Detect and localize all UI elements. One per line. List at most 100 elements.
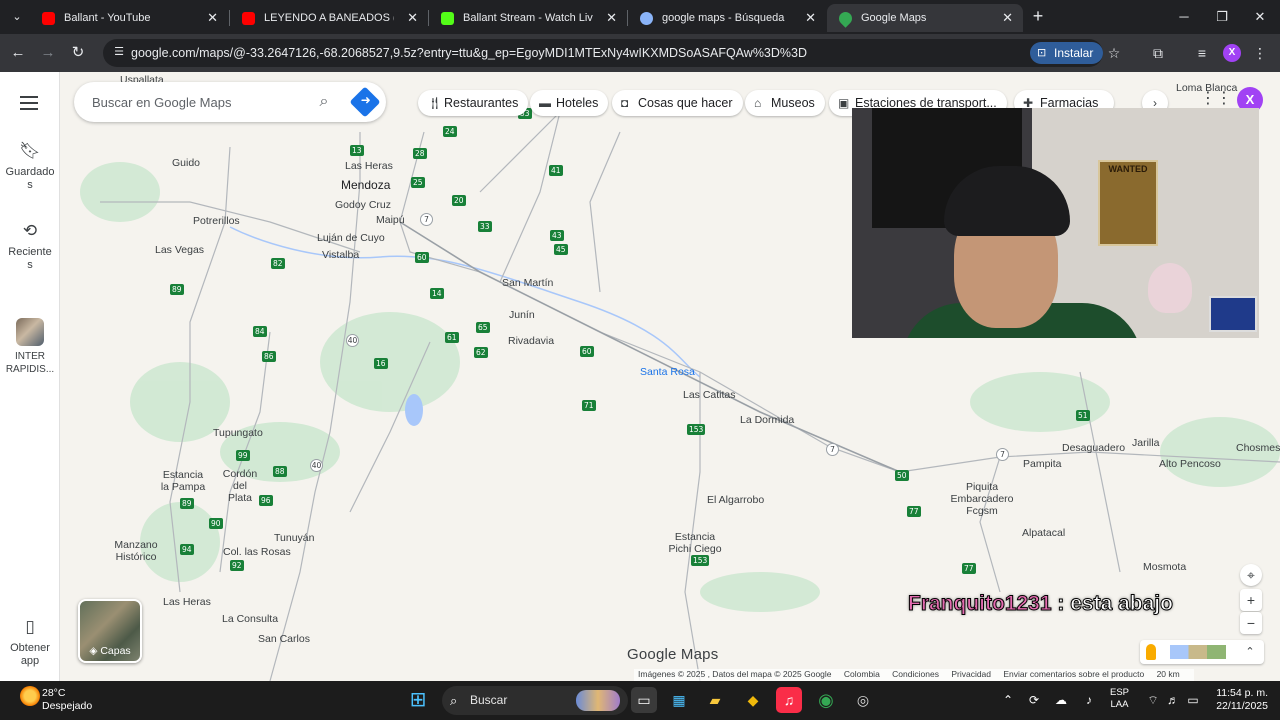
back-button[interactable]: ← — [6, 41, 30, 65]
microsoft-store-icon[interactable]: ▦ — [666, 687, 692, 713]
tray-onedrive-icon[interactable]: ☁ — [1052, 681, 1070, 720]
tab-ballant-stream[interactable]: Ballant Stream - Watch Live on ✕ — [429, 4, 627, 32]
place-label[interactable]: Vistalba — [322, 249, 359, 261]
binance-icon[interactable]: ◆ — [740, 687, 766, 713]
place-label[interactable]: Santa Rosa — [640, 366, 695, 378]
site-info-icon[interactable]: ☰ — [111, 45, 127, 61]
place-label[interactable]: Las Heras — [163, 596, 211, 608]
place-label[interactable]: Potrerillos — [193, 215, 240, 227]
place-label[interactable]: Estancia Pichi Ciego — [668, 531, 722, 555]
weather-sun-icon[interactable] — [20, 686, 40, 706]
place-label[interactable]: Jarilla — [1132, 437, 1159, 449]
maximize-button[interactable]: ❐ — [1204, 4, 1240, 30]
place-label[interactable]: La Dormida — [740, 414, 794, 426]
tab-ballant-youtube[interactable]: Ballant - YouTube ✕ — [30, 4, 228, 32]
task-view-icon[interactable]: ▭ — [631, 687, 657, 713]
search-icon[interactable]: ⌕ — [312, 90, 336, 114]
rail-pinned-place[interactable]: INTER RAPIDIS... — [0, 318, 60, 376]
volume-icon[interactable]: ♬ — [1164, 681, 1182, 720]
zoom-out-button[interactable]: − — [1240, 612, 1262, 634]
place-label[interactable]: Desaguadero — [1062, 442, 1125, 454]
place-label[interactable]: Tupungato — [213, 427, 263, 439]
reload-button[interactable]: ↻ — [66, 41, 90, 65]
place-label[interactable]: Las Catitas — [683, 389, 736, 401]
chrome-icon[interactable]: ◉ — [813, 687, 839, 713]
place-label[interactable]: Maipú — [376, 214, 405, 226]
taskbar-search[interactable]: ⌕ Buscar — [442, 686, 628, 715]
tab-google-maps[interactable]: Google Maps ✕ — [827, 4, 1023, 32]
close-tab-icon[interactable]: ✕ — [1002, 4, 1013, 32]
place-label[interactable]: Rivadavia — [508, 335, 554, 347]
chip-cosas-que-hacer[interactable]: ◘ Cosas que hacer — [612, 90, 743, 116]
country-link[interactable]: Colombia — [844, 669, 880, 679]
weather-widget[interactable]: 28°C Despejado — [42, 687, 92, 713]
tab-leyendo-baneados[interactable]: LEYENDO A BANEADOS (de nu ✕ — [230, 4, 428, 32]
directions-icon[interactable]: ➜ — [349, 86, 381, 118]
close-tab-icon[interactable]: ✕ — [805, 4, 816, 32]
pegman-icon[interactable] — [1146, 644, 1156, 660]
rail-recent[interactable]: ⟲ Recientes — [0, 220, 60, 272]
bookmark-star-icon[interactable]: ☆ — [1104, 43, 1124, 63]
rail-saved[interactable]: 🔖︎ Guardados — [0, 140, 60, 192]
place-label[interactable]: Guido — [172, 157, 200, 169]
place-label[interactable]: Godoy Cruz — [335, 199, 391, 211]
place-label[interactable]: Luján de Cuyo — [317, 232, 385, 244]
place-label[interactable]: Tunuyán — [274, 532, 314, 544]
tray-sync-icon[interactable]: ⟳ — [1025, 681, 1043, 720]
rail-get-app[interactable]: ▯ Obtener app — [0, 616, 60, 668]
privacy-link[interactable]: Privacidad — [951, 669, 991, 679]
close-tab-icon[interactable]: ✕ — [207, 4, 218, 32]
imagery-tiles[interactable] — [1170, 645, 1226, 659]
browser-menu-icon[interactable]: ⋮ — [1250, 43, 1270, 63]
place-label[interactable]: El Algarrobo — [707, 494, 764, 506]
url-text[interactable]: google.com/maps/@-33.2647126,-68.2068527… — [131, 39, 807, 67]
place-label[interactable]: Alto Pencoso — [1159, 458, 1221, 470]
map-canvas[interactable]: Uspallata Guido Las Heras Mendoza Godoy … — [60, 72, 1280, 681]
chip-hoteles[interactable]: ▬ Hoteles — [530, 90, 609, 116]
file-explorer-icon[interactable]: ▰ — [702, 687, 728, 713]
place-label[interactable]: Piquita Embarcadero Fcgsm — [948, 481, 1016, 517]
obs-icon[interactable]: ◎ — [850, 687, 876, 713]
menu-icon[interactable] — [20, 96, 38, 110]
tab-search-chevron-icon[interactable]: ⌄ — [6, 6, 28, 28]
place-label[interactable]: Pampita — [1023, 458, 1062, 470]
browser-profile-avatar[interactable]: X — [1223, 44, 1241, 62]
new-tab-button[interactable]: + — [1027, 6, 1049, 28]
google-apps-grid-icon[interactable]: ⋮⋮ — [1200, 90, 1232, 108]
chip-restaurantes[interactable]: 🍴︎ Restaurantes — [418, 90, 529, 116]
place-label[interactable]: Las Vegas — [155, 244, 204, 256]
input-language-indicator[interactable]: ESP LAA — [1110, 687, 1129, 711]
terms-link[interactable]: Condiciones — [892, 669, 939, 679]
tray-microphone-icon[interactable]: ♪ — [1080, 681, 1098, 720]
place-label[interactable]: Alpatacal — [1022, 527, 1065, 539]
place-label[interactable]: San Carlos — [258, 633, 310, 645]
forward-button[interactable]: → — [36, 41, 60, 65]
feedback-link[interactable]: Enviar comentarios sobre el producto — [1003, 669, 1144, 679]
place-label[interactable]: La Consulta — [222, 613, 278, 625]
place-label[interactable]: Mendoza — [341, 178, 390, 192]
apple-music-icon[interactable]: ♫ — [776, 687, 802, 713]
media-controls-icon[interactable]: ≡ — [1192, 43, 1212, 63]
close-window-button[interactable]: ✕ — [1242, 4, 1278, 30]
system-clock[interactable]: 11:54 p. m. 22/11/2025 — [1214, 687, 1268, 713]
chip-museos[interactable]: ⌂ Museos — [745, 90, 825, 116]
place-label[interactable]: San Martín — [502, 277, 553, 289]
expand-chevron-icon[interactable]: ⌃ — [1240, 640, 1260, 664]
address-bar[interactable]: ☰ google.com/maps/@-33.2647126,-68.20685… — [103, 39, 1103, 67]
close-tab-icon[interactable]: ✕ — [606, 4, 617, 32]
zoom-in-button[interactable]: + — [1240, 589, 1262, 611]
minimize-button[interactable]: ─ — [1166, 4, 1202, 30]
place-label[interactable]: Manzano Histórico — [114, 539, 158, 563]
tab-google-search[interactable]: google maps - Búsqueda ✕ — [628, 4, 826, 32]
close-tab-icon[interactable]: ✕ — [407, 4, 418, 32]
place-label[interactable]: Junín — [509, 309, 535, 321]
search-input[interactable] — [92, 92, 292, 112]
my-location-button[interactable]: ⌖ — [1240, 564, 1262, 586]
scale-label[interactable]: 20 km — [1157, 669, 1180, 679]
battery-icon[interactable]: ▭ — [1184, 681, 1202, 720]
tray-overflow-chevron-icon[interactable]: ⌃ — [1000, 681, 1016, 720]
start-windows-icon[interactable]: ⊞ — [405, 687, 431, 713]
place-label[interactable]: Chosmes — [1236, 442, 1280, 454]
wifi-icon[interactable]: ⌔ — [1144, 681, 1162, 720]
install-app-button[interactable]: ⊡ Instalar — [1030, 42, 1104, 64]
